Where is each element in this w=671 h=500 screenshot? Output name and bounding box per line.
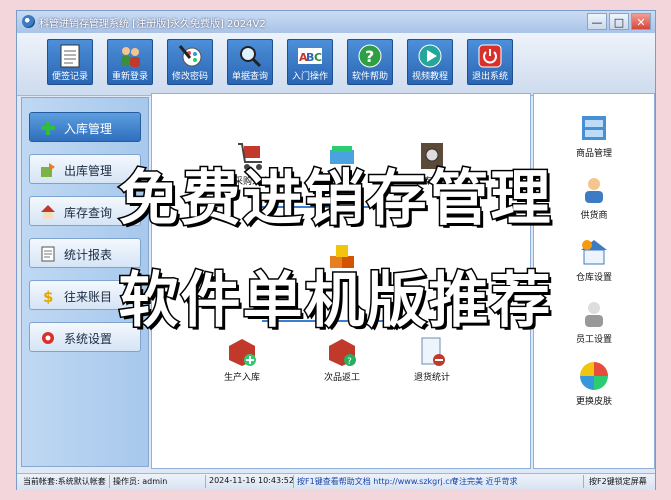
maximize-button[interactable]: □ <box>609 13 629 30</box>
color-wheel-icon <box>580 362 608 390</box>
svg-text:?: ? <box>365 47 374 66</box>
status-slogan: 专注完美 近乎苛求 <box>451 477 518 486</box>
window-title: 科管进销存管理系统 [注册版]永久免费版] 2024V2 <box>39 19 266 30</box>
flow-item-label: 次品返工 <box>323 373 360 383</box>
toolbar: 便签记录 重新登录 修改密码 单据查询 ABC 入门操作 ? 软件帮助 视频教程 <box>17 33 655 96</box>
title-bar: 科管进销存管理系统 [注册版]永久免费版] 2024V2 — □ ✕ <box>17 11 655 34</box>
toolbar-button-getting-started[interactable]: ABC 入门操作 <box>287 39 333 85</box>
status-divider <box>293 475 294 488</box>
box-plus-icon <box>229 339 256 366</box>
flow-item-label: 生产入库 <box>223 373 260 383</box>
abc-icon: AB C <box>298 48 322 64</box>
plus-icon <box>41 121 55 135</box>
magnifier-icon <box>240 46 262 68</box>
window-controls: — □ ✕ <box>587 13 651 31</box>
power-icon <box>478 44 502 68</box>
toolbar-label: 退出系统 <box>471 72 508 82</box>
status-divider <box>109 475 110 488</box>
status-help-link[interactable]: 按F1键查看帮助文档 http://www.szkgrj.cn/ <box>297 476 457 487</box>
box-question-icon: ? <box>329 339 356 367</box>
app-logo-icon <box>22 15 35 28</box>
toolbar-label: 单据查询 <box>231 72 268 82</box>
status-bar: 当前帐套:系统默认帐套 操作员: admin 2024-11-16 10:43:… <box>17 473 655 490</box>
document-minus-icon <box>421 337 445 366</box>
toolbar-button-query[interactable]: 单据查询 <box>227 39 273 85</box>
overlay-headline-line2: 软件单机版推荐 <box>117 265 553 338</box>
svg-text:C: C <box>314 51 322 64</box>
svg-text:?: ? <box>347 357 352 367</box>
notepad-icon <box>60 44 80 68</box>
users-icon <box>121 47 140 67</box>
help-icon: ? <box>358 44 382 68</box>
toolbar-button-help[interactable]: ? 软件帮助 <box>347 39 393 85</box>
toolbar-label: 重新登录 <box>111 72 148 82</box>
minimize-button[interactable]: — <box>587 13 607 30</box>
toolbar-button-notes[interactable]: 便签记录 <box>47 39 93 85</box>
toolbar-button-change-password[interactable]: 修改密码 <box>167 39 213 85</box>
status-account: 当前帐套:系统默认帐套 <box>23 477 106 486</box>
status-datetime: 2024-11-16 10:43:52 <box>209 476 294 485</box>
toolbar-button-relogin[interactable]: 重新登录 <box>107 39 153 85</box>
right-item-label: 更换皮肤 <box>575 397 612 407</box>
toolbar-label: 软件帮助 <box>351 72 388 82</box>
toolbar-button-exit[interactable]: 退出系统 <box>467 39 513 85</box>
sidebar-item-label: 入库管理 <box>64 122 113 136</box>
sidebar-item-inbound[interactable]: 入库管理 <box>29 112 141 142</box>
status-operator: 操作员: admin <box>113 477 168 486</box>
status-lock-hint: 按F2键锁定屏幕 <box>589 477 647 486</box>
pencil-palette-icon <box>178 45 202 67</box>
cabinet-icon <box>582 116 606 140</box>
close-button[interactable]: ✕ <box>631 13 651 30</box>
toolbar-label: 便签记录 <box>51 72 88 82</box>
toolbar-label: 视频教程 <box>411 72 448 82</box>
status-divider <box>583 475 584 488</box>
toolbar-label: 入门操作 <box>291 72 328 82</box>
overlay-headline-line1: 免费进销存管理 <box>117 163 553 236</box>
flow-item-label: 退货统计 <box>413 373 450 383</box>
status-divider <box>205 475 206 488</box>
toolbar-button-video[interactable]: 视频教程 <box>407 39 453 85</box>
toolbar-label: 修改密码 <box>171 72 208 82</box>
play-icon <box>418 44 442 68</box>
app-window: 科管进销存管理系统 [注册版]永久免费版] 2024V2 — □ ✕ 便签记录 … <box>16 10 656 490</box>
